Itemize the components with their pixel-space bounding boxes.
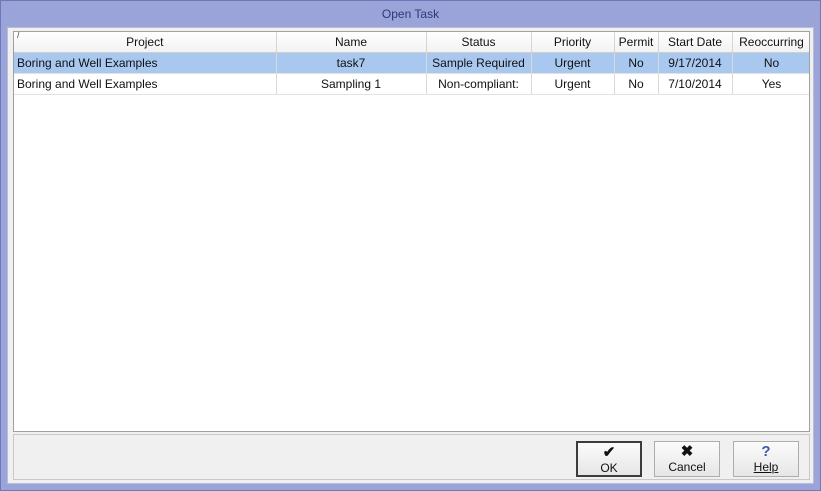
column-header-permit[interactable]: Permit <box>614 32 659 53</box>
button-panel: ✔ OK ✖ Cancel ? Help <box>13 434 810 480</box>
column-header-status[interactable]: Status <box>426 32 532 53</box>
cell-project: Boring and Well Examples <box>14 73 277 95</box>
column-header-name[interactable]: Name <box>276 32 427 53</box>
task-grid[interactable]: / Project Name Status Priority Permit St… <box>13 31 810 432</box>
column-header-priority[interactable]: Priority <box>531 32 615 53</box>
open-task-dialog: Open Task / Project Name Status Priority… <box>0 0 821 491</box>
cell-permit: No <box>614 52 659 74</box>
help-button[interactable]: ? Help <box>733 441 799 477</box>
dialog-client-area: / Project Name Status Priority Permit St… <box>7 27 814 484</box>
cell-name: Sampling 1 <box>276 73 427 95</box>
cell-reoccurring: Yes <box>732 73 809 95</box>
cell-reoccurring: No <box>732 52 809 74</box>
task-table: / Project Name Status Priority Permit St… <box>14 31 809 95</box>
column-header-reoccurring[interactable]: Reoccurring <box>732 32 809 53</box>
ok-label: OK <box>600 461 618 475</box>
table-row[interactable]: Boring and Well Examples Sampling 1 Non-… <box>14 73 809 95</box>
help-label: Help <box>753 460 779 474</box>
cell-status: Sample Required <box>426 52 532 74</box>
cancel-label: Cancel <box>668 460 706 474</box>
x-icon: ✖ <box>680 443 694 460</box>
cell-priority: Urgent <box>531 73 615 95</box>
header-row: / Project Name Status Priority Permit St… <box>14 31 809 53</box>
cell-project: Boring and Well Examples <box>14 52 277 74</box>
dialog-title: Open Task <box>381 7 440 21</box>
cell-status: Non-compliant: <box>426 73 532 95</box>
table-row[interactable]: Boring and Well Examples task7 Sample Re… <box>14 52 809 74</box>
cell-permit: No <box>614 73 659 95</box>
cell-start-date: 7/10/2014 <box>658 73 733 95</box>
ok-button[interactable]: ✔ OK <box>576 441 642 477</box>
column-header-start-date[interactable]: Start Date <box>658 32 733 53</box>
question-icon: ? <box>761 443 771 460</box>
cancel-button[interactable]: ✖ Cancel <box>654 441 720 477</box>
checkmark-icon: ✔ <box>602 444 616 461</box>
column-header-project[interactable]: / Project <box>14 31 277 53</box>
cell-name: task7 <box>276 52 427 74</box>
sort-indicator: / <box>17 31 20 41</box>
cell-start-date: 9/17/2014 <box>658 52 733 74</box>
cell-priority: Urgent <box>531 52 615 74</box>
